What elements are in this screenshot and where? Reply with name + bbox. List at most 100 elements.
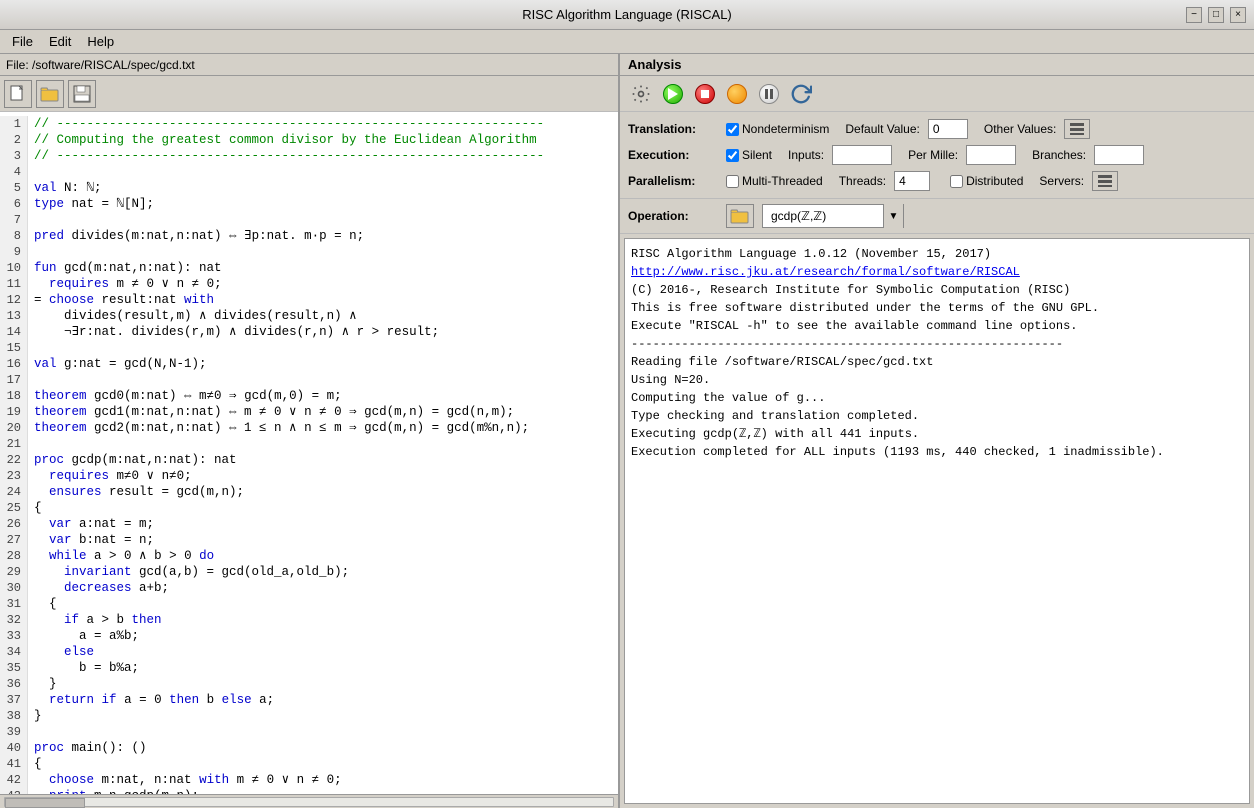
line-number: 3 — [0, 148, 28, 164]
scrollbar-track[interactable] — [4, 797, 614, 807]
nondeterminism-label: Nondeterminism — [742, 122, 829, 136]
output-line: ----------------------------------------… — [631, 335, 1243, 353]
pause-button[interactable] — [756, 81, 782, 107]
code-line: 5val N: ℕ; — [0, 180, 618, 196]
line-content: invariant gcd(a,b) = gcd(old_a,old_b); — [28, 564, 349, 580]
code-line: 30 decreases a+b; — [0, 580, 618, 596]
line-number: 22 — [0, 452, 28, 468]
line-content: proc gcdp(m:nat,n:nat): nat — [28, 452, 237, 468]
silent-checkbox-label[interactable]: Silent — [726, 148, 772, 162]
servers-label: Servers: — [1039, 174, 1084, 188]
code-line: 27 var b:nat = n; — [0, 532, 618, 548]
line-content: requires m ≠ 0 ∨ n ≠ 0; — [28, 276, 222, 292]
code-line: 6type nat = ℕ[N]; — [0, 196, 618, 212]
default-value-input[interactable] — [928, 119, 968, 139]
code-editor[interactable]: 1// ------------------------------------… — [0, 112, 618, 794]
code-line: 16val g:nat = gcd(N,N-1); — [0, 356, 618, 372]
window-controls[interactable]: − □ × — [1186, 7, 1246, 23]
line-number: 31 — [0, 596, 28, 612]
line-content: theorem gcd2(m:nat,n:nat) ⇔ 1 ≤ n ∧ n ≤ … — [28, 420, 529, 436]
other-values-button[interactable] — [1064, 119, 1090, 139]
close-button[interactable]: × — [1230, 7, 1246, 23]
window-title: RISC Algorithm Language (RISCAL) — [522, 7, 732, 22]
line-content: // -------------------------------------… — [28, 116, 544, 132]
servers-button[interactable] — [1092, 171, 1118, 191]
run-button[interactable] — [660, 81, 686, 107]
line-number: 38 — [0, 708, 28, 724]
distributed-checkbox-label[interactable]: Distributed — [950, 174, 1023, 188]
nondeterminism-checkbox-label[interactable]: Nondeterminism — [726, 122, 829, 136]
output-line: Type checking and translation completed. — [631, 407, 1243, 425]
maximize-button[interactable]: □ — [1208, 7, 1224, 23]
menu-help[interactable]: Help — [79, 32, 122, 51]
code-line: 13 divides(result,m) ∧ divides(result,n)… — [0, 308, 618, 324]
minimize-button[interactable]: − — [1186, 7, 1202, 23]
title-bar: RISC Algorithm Language (RISCAL) − □ × — [0, 0, 1254, 30]
threads-input[interactable] — [894, 171, 930, 191]
line-number: 24 — [0, 484, 28, 500]
line-number: 37 — [0, 692, 28, 708]
distributed-checkbox[interactable] — [950, 175, 963, 188]
refresh-button[interactable] — [788, 81, 814, 107]
line-content: = choose result:nat with — [28, 292, 214, 308]
line-content: theorem gcd1(m:nat,n:nat) ⇔ m ≠ 0 ∨ n ≠ … — [28, 404, 514, 420]
line-number: 18 — [0, 388, 28, 404]
line-content — [28, 372, 34, 388]
code-line: 36 } — [0, 676, 618, 692]
code-line: 23 requires m≠0 ∨ n≠0; — [0, 468, 618, 484]
output-line: Using N=20. — [631, 371, 1243, 389]
line-number: 29 — [0, 564, 28, 580]
output-line: Execute "RISCAL -h" to see the available… — [631, 317, 1243, 335]
operation-folder-button[interactable] — [726, 204, 754, 228]
open-file-button[interactable] — [36, 80, 64, 108]
line-content: // -------------------------------------… — [28, 148, 544, 164]
pause-icon — [759, 84, 779, 104]
code-line: 31 { — [0, 596, 618, 612]
code-line: 1// ------------------------------------… — [0, 116, 618, 132]
operation-dropdown-arrow[interactable]: ▼ — [883, 204, 903, 228]
inputs-input[interactable] — [832, 145, 892, 165]
menu-bar: File Edit Help — [0, 30, 1254, 54]
parallelism-row: Parallelism: Multi-Threaded Threads: Dis… — [628, 168, 1246, 194]
editor-toolbar — [0, 76, 618, 112]
operation-dropdown[interactable]: gcdp(ℤ,ℤ) ▼ — [762, 204, 904, 228]
line-number: 27 — [0, 532, 28, 548]
stop-button[interactable] — [692, 81, 718, 107]
multi-threaded-checkbox[interactable] — [726, 175, 739, 188]
scrollbar-thumb[interactable] — [5, 798, 85, 808]
code-line: 38} — [0, 708, 618, 724]
line-number: 2 — [0, 132, 28, 148]
per-mille-input[interactable] — [966, 145, 1016, 165]
multi-threaded-checkbox-label[interactable]: Multi-Threaded — [726, 174, 823, 188]
silent-label: Silent — [742, 148, 772, 162]
line-number: 25 — [0, 500, 28, 516]
settings-button[interactable] — [628, 81, 654, 107]
line-number: 28 — [0, 548, 28, 564]
multi-threaded-label: Multi-Threaded — [742, 174, 823, 188]
editor-panel: File: /software/RISCAL/spec/gcd.txt 1// … — [0, 54, 620, 808]
branches-input[interactable] — [1094, 145, 1144, 165]
line-content: decreases a+b; — [28, 580, 169, 596]
new-file-button[interactable] — [4, 80, 32, 108]
nondeterminism-checkbox[interactable] — [726, 123, 739, 136]
horizontal-scrollbar[interactable] — [0, 794, 618, 808]
line-content — [28, 724, 34, 740]
code-line: 33 a = a%b; — [0, 628, 618, 644]
menu-edit[interactable]: Edit — [41, 32, 79, 51]
silent-checkbox[interactable] — [726, 149, 739, 162]
menu-file[interactable]: File — [4, 32, 41, 51]
line-number: 5 — [0, 180, 28, 196]
line-content: theorem gcd0(m:nat) ⇔ m≠0 ⇒ gcd(m,0) = m… — [28, 388, 342, 404]
line-number: 4 — [0, 164, 28, 180]
line-number: 1 — [0, 116, 28, 132]
line-content: a = a%b; — [28, 628, 139, 644]
default-value-label: Default Value: — [845, 122, 920, 136]
code-line: 9 — [0, 244, 618, 260]
code-line: 29 invariant gcd(a,b) = gcd(old_a,old_b)… — [0, 564, 618, 580]
line-number: 14 — [0, 324, 28, 340]
code-line: 10fun gcd(m:nat,n:nat): nat — [0, 260, 618, 276]
run-icon — [663, 84, 683, 104]
save-file-button[interactable] — [68, 80, 96, 108]
operation-row: Operation: gcdp(ℤ,ℤ) ▼ — [620, 199, 1254, 234]
debug-button[interactable] — [724, 81, 750, 107]
